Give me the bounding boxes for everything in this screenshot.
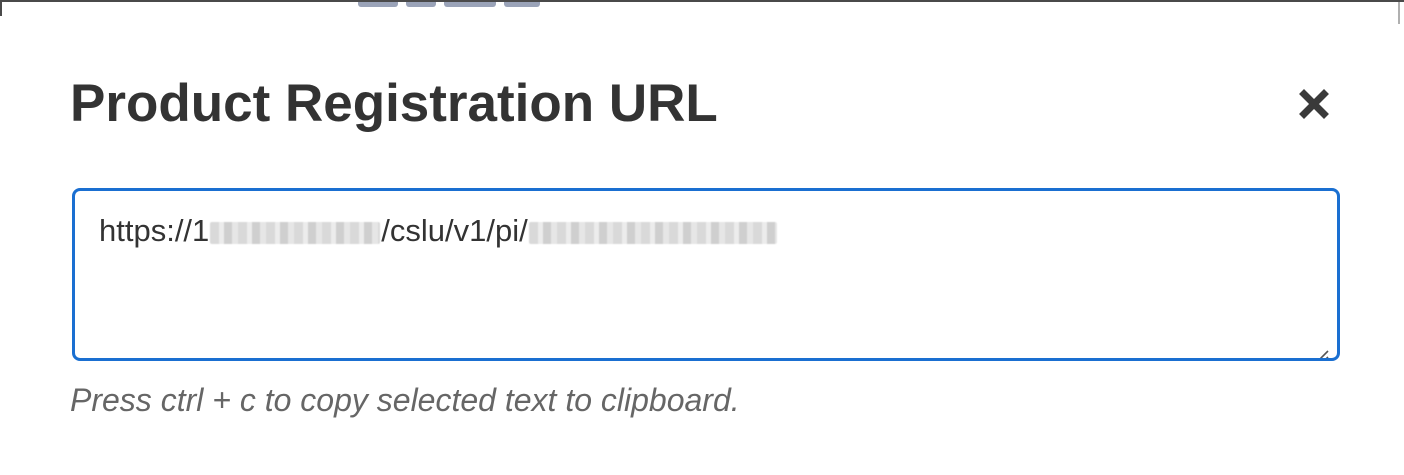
close-button[interactable] [1294, 84, 1334, 124]
url-prefix: https://1 [99, 213, 210, 248]
product-registration-modal: Product Registration URL https://1/cslu/… [0, 0, 1404, 475]
redacted-id [528, 221, 777, 244]
url-path: /cslu/v1/pi/ [381, 213, 528, 248]
modal-edge [1398, 2, 1400, 24]
modal-title: Product Registration URL [70, 74, 718, 133]
close-icon [1294, 84, 1334, 124]
modal-edge [0, 2, 2, 16]
registration-url-textarea[interactable]: https://1/cslu/v1/pi/ [72, 188, 1340, 361]
resize-grip-icon[interactable] [1311, 334, 1329, 358]
copy-help-text: Press ctrl + c to copy selected text to … [70, 382, 740, 418]
background-content [358, 2, 590, 8]
screen: Product Registration URL https://1/cslu/… [0, 0, 1404, 475]
redacted-host [210, 221, 381, 244]
url-text: https://1/cslu/v1/pi/ [99, 211, 778, 251]
